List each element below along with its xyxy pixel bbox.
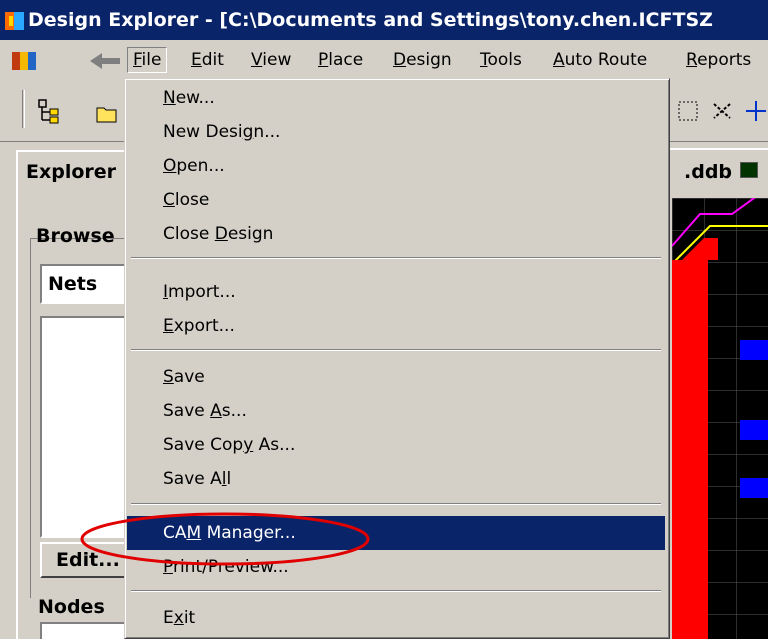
menu-item-import[interactable]: Import... xyxy=(127,275,665,309)
menu-item-export[interactable]: Export... xyxy=(127,309,665,343)
menu-item-save[interactable]: Save xyxy=(127,360,665,394)
menu-separator xyxy=(131,590,661,592)
back-arrow-icon[interactable] xyxy=(88,52,122,70)
menu-separator xyxy=(131,349,661,351)
dxp-logo-icon[interactable] xyxy=(10,50,38,72)
menu-item-save-as[interactable]: Save As... xyxy=(127,394,665,428)
add-point-icon[interactable] xyxy=(744,98,768,124)
menu-item-save-copy-as[interactable]: Save Copy As... xyxy=(127,428,665,462)
tab-document-label: .ddb xyxy=(684,161,733,183)
zoom-area-icon[interactable] xyxy=(676,98,706,124)
menu-tools[interactable]: Tools xyxy=(480,48,522,72)
menu-place[interactable]: Place xyxy=(318,48,363,72)
menu-item-new[interactable]: New... xyxy=(127,81,665,115)
menu-auto-route[interactable]: Auto Route xyxy=(553,48,647,72)
window-title: Design Explorer - [C:\Documents and Sett… xyxy=(28,9,713,31)
toolbar-grip[interactable] xyxy=(22,90,25,128)
menu-item-cam-manager[interactable]: CAM Manager... xyxy=(127,516,665,550)
menu-view[interactable]: View xyxy=(251,48,291,72)
menu-item-close-design[interactable]: Close Design xyxy=(127,217,665,251)
menu-item-exit[interactable]: Exit xyxy=(127,601,665,635)
open-folder-icon[interactable] xyxy=(96,104,120,124)
nodes-label: Nodes xyxy=(38,596,105,618)
menu-item-save-all[interactable]: Save All xyxy=(127,462,665,496)
menu-file[interactable]: File xyxy=(127,47,168,73)
tab-explorer[interactable]: Explorer xyxy=(16,150,140,192)
browse-label: Browse xyxy=(36,225,115,247)
menu-item-close[interactable]: Close xyxy=(127,183,665,217)
document-icon xyxy=(740,162,758,178)
menu-bar: File Edit View Place Design Tools Auto R… xyxy=(0,40,768,80)
pcb-canvas[interactable] xyxy=(672,198,768,639)
menu-item-new-design[interactable]: New Design... xyxy=(127,115,665,149)
menu-item-print-preview[interactable]: Print/Preview... xyxy=(127,550,665,584)
menu-separator xyxy=(131,257,661,259)
cross-probe-icon[interactable] xyxy=(710,98,740,124)
menu-edit[interactable]: Edit xyxy=(191,48,224,72)
browse-tree-icon[interactable] xyxy=(36,98,66,124)
app-icon xyxy=(5,12,24,30)
menu-reports[interactable]: Reports xyxy=(686,48,751,72)
menu-separator xyxy=(131,503,661,505)
file-menu-dropdown: New... New Design... Open... Close Close… xyxy=(124,78,670,639)
title-bar: Design Explorer - [C:\Documents and Sett… xyxy=(0,0,768,40)
menu-item-open[interactable]: Open... xyxy=(127,149,665,183)
menu-design[interactable]: Design xyxy=(393,48,452,72)
tab-explorer-label: Explorer xyxy=(26,161,117,183)
